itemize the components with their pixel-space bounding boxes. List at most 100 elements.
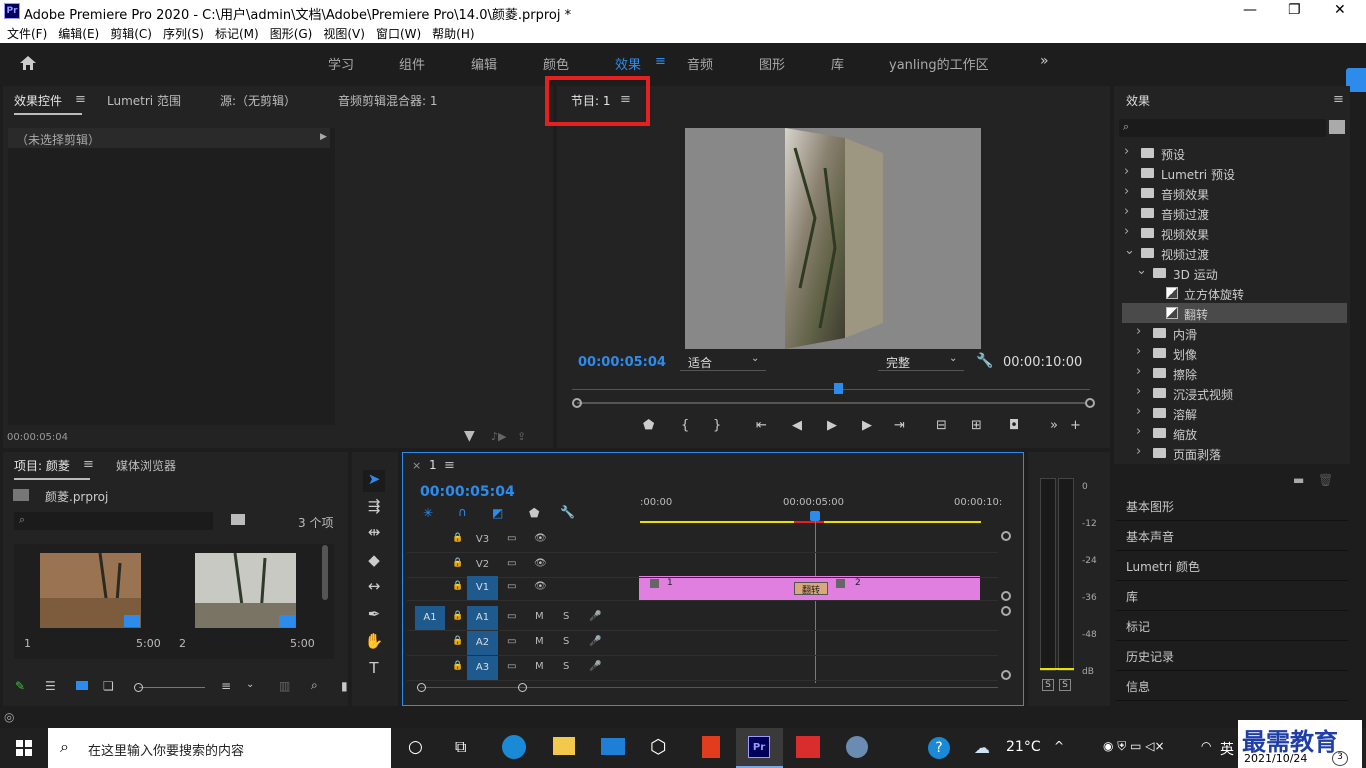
chevron-up-icon[interactable]: ^ xyxy=(1054,739,1064,753)
project-scrollbar[interactable] xyxy=(322,545,328,600)
lock-icon[interactable]: 🔒 xyxy=(452,636,463,646)
program-timecode[interactable]: 00:00:05:04 xyxy=(578,355,666,370)
expand-icon[interactable]: ▶ xyxy=(320,132,327,142)
clip-thumbnail[interactable] xyxy=(195,552,296,629)
tab-lumetri-scopes[interactable]: Lumetri 范围 xyxy=(107,92,181,109)
effects-tree-item[interactable]: 立方体旋转 xyxy=(1122,283,1347,303)
wifi-icon[interactable]: ◠ xyxy=(1201,739,1211,753)
effects-tree-item[interactable]: › 溶解 xyxy=(1122,403,1347,423)
chevron-down-icon[interactable]: ⌄ xyxy=(246,679,254,690)
store-icon[interactable]: ⬡ xyxy=(650,736,667,758)
chevron-right-icon[interactable]: › xyxy=(1124,184,1129,199)
mark-out-icon[interactable]: } xyxy=(713,418,721,433)
workspace-tab[interactable]: 组件 xyxy=(399,54,425,73)
mute-button[interactable]: M xyxy=(535,611,544,622)
chevron-right-icon[interactable]: › xyxy=(1136,424,1141,439)
razor-icon[interactable]: ◆ xyxy=(363,551,385,573)
filter-icon[interactable]: ▼ xyxy=(464,428,475,444)
zoom-scrollbar[interactable] xyxy=(577,402,1085,404)
search-icon[interactable]: ⌕ xyxy=(311,678,318,693)
help-icon[interactable]: ? xyxy=(928,737,950,759)
go-to-out-icon[interactable]: ⇥ xyxy=(894,418,905,433)
clip-thumbnail[interactable] xyxy=(40,552,141,629)
chevron-right-icon[interactable]: › xyxy=(1136,444,1141,459)
transition-block[interactable]: 翻转 xyxy=(794,582,828,596)
play-audio-icon[interactable]: ♪▶ xyxy=(491,430,506,443)
extract-icon[interactable]: ⊞ xyxy=(971,418,982,433)
timeline-scrollbar[interactable] xyxy=(420,687,998,688)
tab-project[interactable]: 项目: 颜菱 xyxy=(14,457,90,480)
cortana-icon[interactable]: ○ xyxy=(408,737,423,757)
tab-effect-controls[interactable]: 效果控件 xyxy=(14,92,83,115)
effects-tree-item[interactable]: › 视频效果 xyxy=(1122,223,1347,243)
menu-item[interactable]: 编辑(E) xyxy=(58,25,99,42)
eye-icon[interactable]: 👁 xyxy=(534,533,547,544)
effects-tree-item[interactable]: › 音频效果 xyxy=(1122,183,1347,203)
solo-button[interactable]: S xyxy=(563,636,569,647)
linked-select-icon[interactable]: ◩ xyxy=(492,506,503,520)
effects-tree-item[interactable]: ⌄ 视频过渡 xyxy=(1122,243,1347,263)
taskbar-date[interactable]: 2021/10/24 xyxy=(1244,752,1307,765)
sequence-tab[interactable]: 1 xyxy=(429,458,437,472)
panel-section[interactable]: Lumetri 颜色 xyxy=(1126,558,1200,575)
panel-section[interactable]: 历史记录 xyxy=(1126,648,1174,665)
ime-indicator[interactable]: 英 xyxy=(1220,739,1234,759)
list-view-icon[interactable]: ☰ xyxy=(45,679,56,693)
weather-icon[interactable]: ☁ xyxy=(974,738,990,757)
toggle-sync-icon[interactable]: ▭ xyxy=(507,558,516,569)
track-scroll-handle[interactable] xyxy=(1001,591,1011,601)
project-menu-icon[interactable]: ≡ xyxy=(83,457,94,472)
workspace-tab[interactable]: 库 xyxy=(831,54,844,73)
snap-icon[interactable]: ∩ xyxy=(458,505,467,519)
step-forward-icon[interactable]: ▶ xyxy=(862,418,872,433)
playhead-marker[interactable] xyxy=(834,383,843,394)
wrench-icon[interactable]: 🔧 xyxy=(976,353,993,369)
panel-section[interactable]: 基本图形 xyxy=(1126,498,1174,515)
timeline-scroll-right[interactable] xyxy=(518,683,527,692)
nest-icon[interactable]: ✳ xyxy=(423,506,433,520)
effects-tree-item[interactable]: › 预设 xyxy=(1122,143,1347,163)
menu-item[interactable]: 序列(S) xyxy=(163,25,204,42)
delete-icon[interactable]: 🗑 xyxy=(1318,473,1333,487)
add-button-icon[interactable]: + xyxy=(1070,418,1081,433)
chevron-down-icon[interactable]: ⌄ xyxy=(1124,243,1135,258)
toggle-sync-icon[interactable]: ▭ xyxy=(507,611,516,622)
track-scroll-handle[interactable] xyxy=(1001,606,1011,616)
chevron-right-icon[interactable]: › xyxy=(1136,384,1141,399)
menu-item[interactable]: 帮助(H) xyxy=(432,25,474,42)
eye-icon[interactable]: 👁 xyxy=(534,581,547,592)
effects-tree-item[interactable]: › Lumetri 预设 xyxy=(1122,163,1347,183)
track-label[interactable]: A3 xyxy=(467,656,498,680)
hand-tool-icon[interactable]: ✋ xyxy=(363,632,385,654)
workspace-tab[interactable]: 效果 xyxy=(615,54,641,73)
slip-tool-icon[interactable]: ↔ xyxy=(363,577,385,599)
tab-audio-mixer[interactable]: 音频剪辑混合器: 1 xyxy=(338,92,438,109)
go-to-in-icon[interactable]: ⇤ xyxy=(756,418,767,433)
effects-tree-item[interactable]: › 擦除 xyxy=(1122,363,1347,383)
track-label[interactable]: A2 xyxy=(467,631,498,655)
chevron-right-icon[interactable]: › xyxy=(1136,404,1141,419)
workspace-tab[interactable]: 编辑 xyxy=(471,54,497,73)
menu-item[interactable]: 视图(V) xyxy=(323,25,365,42)
chevron-right-icon[interactable]: › xyxy=(1124,144,1129,159)
zoom-slider[interactable] xyxy=(139,687,205,688)
timeline-scroll-left[interactable] xyxy=(417,683,426,692)
timeline-timecode[interactable]: 00:00:05:04 xyxy=(420,484,515,500)
timeline-menu-icon[interactable]: ≡ xyxy=(444,458,455,473)
marker-icon[interactable]: ⬟ xyxy=(643,418,654,433)
wps-icon[interactable] xyxy=(796,736,820,758)
restore-icon[interactable]: ❐ xyxy=(1288,2,1301,18)
chevron-right-icon[interactable]: › xyxy=(1124,164,1129,179)
tab-media-browser[interactable]: 媒体浏览器 xyxy=(116,457,176,474)
office-icon[interactable] xyxy=(702,736,720,758)
source-patch-button[interactable]: A1 xyxy=(415,606,445,630)
selection-tool-icon[interactable]: ➤ xyxy=(363,470,385,492)
workspace-tab[interactable]: 颜色 xyxy=(543,54,569,73)
windows-start-icon[interactable] xyxy=(16,740,32,756)
chevron-down-icon[interactable]: ⌄ xyxy=(1136,263,1147,278)
project-search-input[interactable]: ⌕ xyxy=(14,512,213,530)
export-icon[interactable]: ⇪ xyxy=(517,430,526,443)
lock-icon[interactable]: 🔒 xyxy=(452,533,463,543)
sort-icon[interactable]: ≡ xyxy=(221,679,231,693)
step-back-icon[interactable]: ◀ xyxy=(792,418,802,433)
